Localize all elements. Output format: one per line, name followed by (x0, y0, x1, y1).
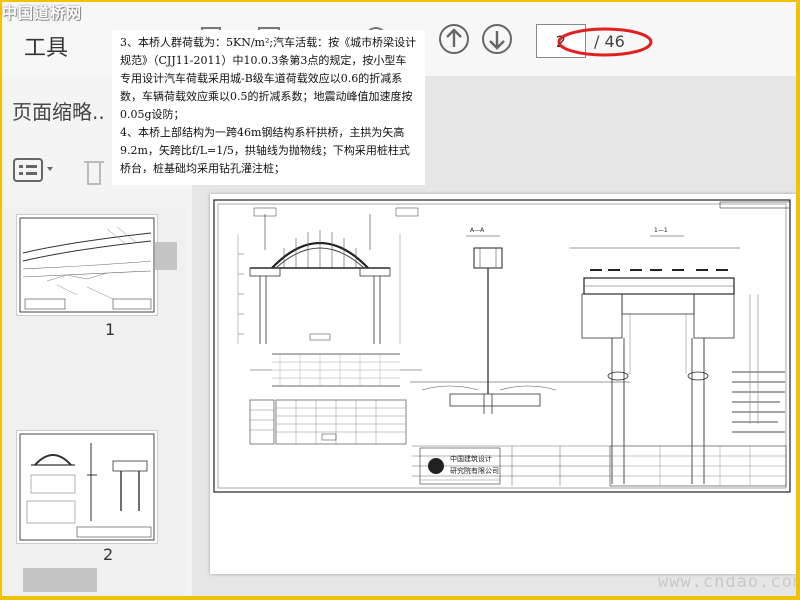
page-view: A—A 1—1 中国建筑设计 研究院有限公司 (210, 194, 796, 574)
section-label-a: A—A (470, 227, 485, 234)
thumbnail-vertical-scrollbar[interactable] (155, 242, 177, 270)
note-item-4: 4、本桥上部结构为一跨46m钢结构系杆拱桥，主拱为矢高9.2m，矢跨比f/L=1… (120, 126, 410, 175)
bridge-drawing: A—A 1—1 中国建筑设计 研究院有限公司 (213, 199, 791, 493)
thumbnail-page-1[interactable] (16, 214, 158, 316)
note-item-3: 3、本桥人群荷载为：5KN/m²;汽车活载：按《城市桥梁设计规范》（CJJ11-… (120, 36, 417, 121)
thumbnail-label-1: 1 (105, 320, 116, 339)
tools-menu[interactable]: 工具 (24, 30, 68, 62)
overlay-note-text: 3、本桥人群荷载为：5KN/m²;汽车活载：按《城市桥梁设计规范》（CJJ11-… (112, 30, 425, 185)
pdf-viewer-window: 工具 / 46 页面缩略.. (2, 2, 796, 596)
thumbnail-panel: 1 2 (2, 208, 185, 596)
thumbnail-page-2[interactable] (16, 430, 158, 544)
thumbnail-options-icon[interactable] (12, 156, 60, 184)
page-1-preview (19, 217, 155, 313)
delete-page-icon[interactable] (74, 150, 114, 190)
highlight-ellipse (557, 27, 653, 57)
watermark-bottom: www.cndao.com (658, 572, 796, 592)
thumbnail-label-2: 2 (103, 545, 114, 564)
section-label-1: 1—1 (654, 227, 668, 234)
thumbnails-panel-title: 页面缩略.. (12, 100, 105, 124)
next-page-icon[interactable] (480, 22, 514, 56)
company-name-1: 中国建筑设计 (450, 454, 492, 463)
thumbnail-horizontal-scrollbar[interactable] (23, 568, 97, 592)
watermark-top: 中国道桥网 (2, 4, 83, 22)
page-2-preview (19, 433, 155, 541)
prev-page-icon[interactable] (437, 22, 471, 56)
company-name-2: 研究院有限公司 (450, 466, 499, 475)
